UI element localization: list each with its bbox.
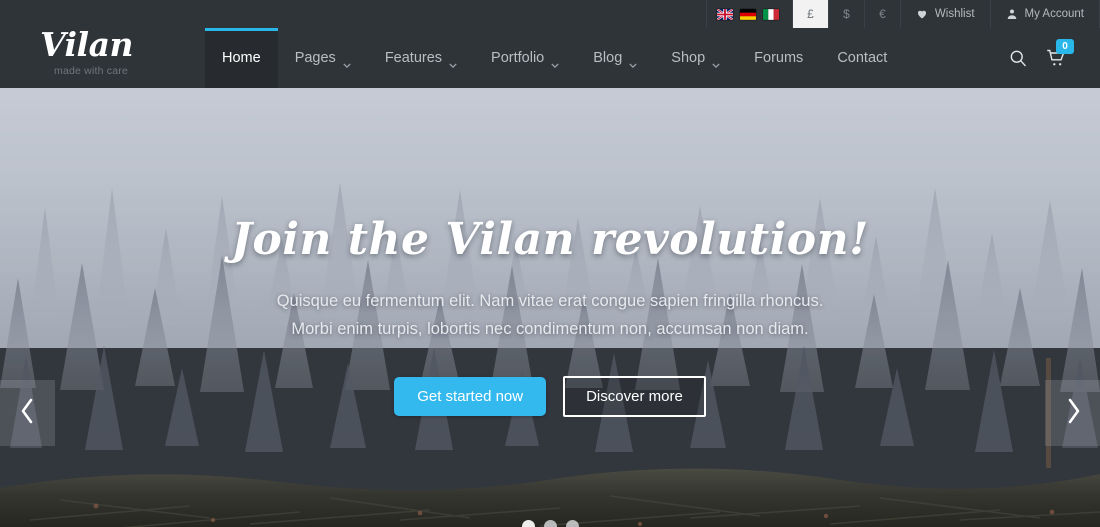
wishlist-link[interactable]: Wishlist: [901, 0, 991, 28]
site-header: Vilan made with care Home Pages Features: [0, 28, 1100, 88]
hero-slider: Join the Vilan revolution! Quisque eu fe…: [0, 88, 1100, 527]
main-navigation: Home Pages Features Portfolio Blog Shop …: [205, 28, 1008, 88]
logo-tagline: made with care: [54, 64, 128, 77]
nav-item-pages[interactable]: Pages: [278, 28, 368, 88]
language-selector: [705, 0, 793, 28]
top-utility-bar: £ $ € Wishlist My Account: [0, 0, 1100, 28]
nav-item-blog[interactable]: Blog: [576, 28, 654, 88]
slider-prev-button[interactable]: [0, 380, 55, 446]
nav-item-shop[interactable]: Shop: [654, 28, 737, 88]
search-icon[interactable]: [1008, 48, 1028, 68]
slider-next-button[interactable]: [1045, 380, 1100, 446]
nav-label: Forums: [754, 50, 804, 66]
english-flag[interactable]: [716, 8, 733, 20]
slider-dot-3[interactable]: [565, 520, 579, 527]
hero-content: Join the Vilan revolution! Quisque eu fe…: [0, 88, 1100, 527]
slider-dot-2[interactable]: [543, 520, 557, 527]
nav-label: Pages: [294, 50, 336, 66]
chevron-left-icon: [20, 398, 36, 429]
wishlist-label: Wishlist: [934, 8, 975, 20]
german-flag[interactable]: [739, 8, 756, 20]
shopping-cart-icon[interactable]: 0: [1046, 39, 1074, 68]
hero-subtitle-line-1: Quisque eu fermentum elit. Nam vitae era…: [276, 292, 824, 310]
hero-title: Join the Vilan revolution!: [231, 214, 869, 265]
hero-subtitle-line-2: Morbi enim turpis, lobortis nec condimen…: [291, 320, 809, 339]
nav-item-features[interactable]: Features: [368, 28, 474, 88]
discover-more-button[interactable]: Discover more: [563, 375, 706, 417]
chevron-down-icon: [629, 56, 637, 68]
nav-item-forums[interactable]: Forums: [737, 28, 820, 88]
nav-label: Features: [384, 50, 443, 66]
italian-flag[interactable]: [762, 8, 779, 20]
currency-gbp[interactable]: £: [792, 0, 829, 28]
nav-item-home[interactable]: Home: [205, 28, 278, 88]
header-actions: 0: [1008, 28, 1100, 88]
chevron-down-icon: [551, 56, 559, 68]
chevron-down-icon: [449, 56, 457, 68]
slider-dot-1[interactable]: [521, 520, 535, 527]
nav-item-portfolio[interactable]: Portfolio: [474, 28, 576, 88]
chevron-right-icon: [1065, 398, 1081, 429]
cart-count-badge: 0: [1056, 39, 1074, 54]
nav-label: Home: [222, 50, 261, 66]
currency-usd[interactable]: $: [829, 0, 865, 28]
nav-item-contact[interactable]: Contact: [820, 28, 904, 88]
chevron-down-icon: [343, 56, 351, 68]
user-icon: [1006, 8, 1018, 20]
nav-label: Blog: [593, 50, 623, 66]
get-started-button[interactable]: Get started now: [394, 376, 547, 416]
hero-cta-group: Get started now Discover more: [394, 375, 706, 417]
nav-label: Shop: [671, 50, 706, 66]
slider-pagination: [0, 520, 1100, 527]
my-account-link[interactable]: My Account: [991, 0, 1100, 28]
my-account-label: My Account: [1024, 8, 1084, 20]
page-root: £ $ € Wishlist My Account Vilan made wit…: [0, 0, 1100, 527]
currency-eur[interactable]: €: [865, 0, 901, 28]
heart-icon: [916, 8, 928, 20]
nav-label: Contact: [837, 50, 888, 66]
nav-label: Portfolio: [491, 50, 545, 66]
hero-subtitle: Quisque eu fermentum elit. Nam vitae era…: [277, 287, 824, 344]
logo-text: Vilan: [40, 24, 133, 64]
chevron-down-icon: [712, 56, 720, 68]
